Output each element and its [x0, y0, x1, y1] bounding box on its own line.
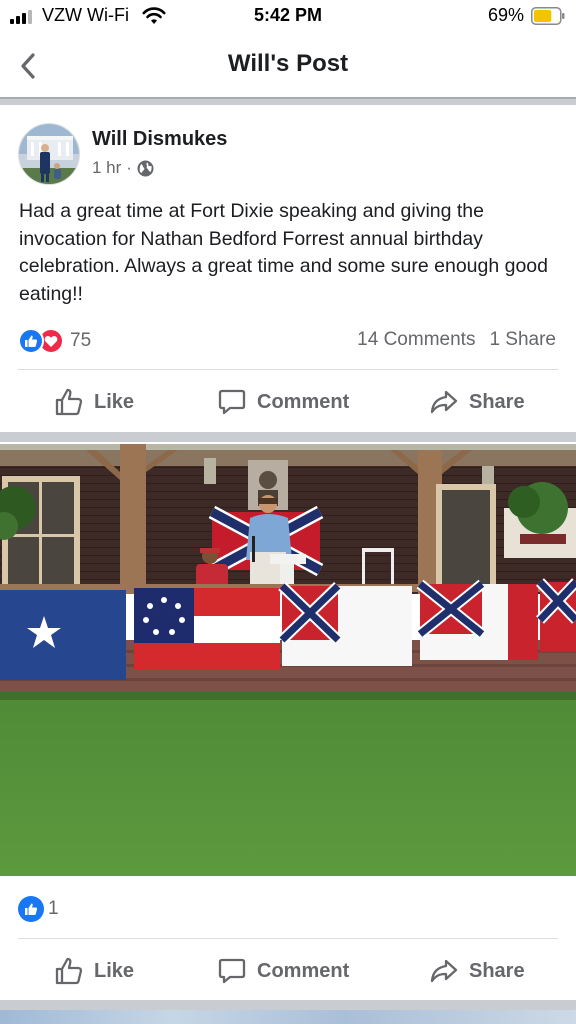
post-stats: 14 Comments 1 Share: [357, 329, 556, 351]
photo-like-button[interactable]: Like: [54, 942, 134, 1000]
status-bar: VZW Wi-Fi 5:42 PM 69%: [0, 0, 576, 34]
thumbs-up-icon: [55, 957, 83, 985]
meta-separator: ·: [126, 158, 132, 177]
comment-icon: [218, 389, 246, 415]
divider: [18, 938, 558, 939]
post-text: Had a great time at Fort Dixie speaking …: [19, 200, 548, 305]
battery-icon: [531, 7, 565, 25]
thumbs-up-icon: [55, 388, 83, 416]
author-name[interactable]: Will Dismukes: [92, 128, 227, 151]
photo-reaction-summary[interactable]: 1: [18, 896, 59, 922]
section-divider: [0, 1000, 576, 1010]
like-label: Like: [94, 959, 135, 982]
comment-label: Comment: [257, 390, 350, 413]
reaction-summary[interactable]: 75: [18, 328, 91, 354]
share-arrow-icon: [430, 390, 458, 414]
photo-action-bar: Like Comment Share: [0, 942, 576, 1000]
share-label: Share: [469, 390, 525, 413]
share-label: Share: [469, 959, 525, 982]
share-button[interactable]: Share: [429, 373, 525, 431]
post-photo[interactable]: [0, 444, 576, 876]
shares-count-link[interactable]: 1 Share: [489, 329, 556, 351]
post-photo-image: [0, 444, 576, 876]
page-title: Will's Post: [227, 50, 349, 77]
photo-share-button[interactable]: Share: [429, 942, 525, 1000]
nav-bar: Will's Post: [0, 34, 576, 98]
battery-percentage: 69%: [488, 5, 525, 25]
avatar-photo: [19, 124, 79, 184]
comment-icon: [218, 958, 246, 984]
reaction-count: 75: [70, 330, 92, 351]
share-arrow-icon: [430, 959, 458, 983]
photo-reaction-count: 1: [48, 898, 59, 919]
next-photo-preview[interactable]: [0, 1010, 576, 1024]
like-reaction-icon: [18, 896, 44, 922]
globe-icon: [137, 160, 154, 176]
post-timestamp[interactable]: 1 hr: [92, 158, 121, 178]
like-button[interactable]: Like: [54, 373, 134, 431]
comments-count-link[interactable]: 14 Comments: [357, 329, 475, 351]
post-meta: 1 hr ·: [92, 158, 154, 178]
divider: [18, 369, 558, 370]
like-label: Like: [94, 390, 135, 413]
comment-button[interactable]: Comment: [217, 373, 349, 431]
section-divider: [0, 432, 576, 442]
nav-divider: [0, 97, 576, 105]
comment-label: Comment: [257, 959, 350, 982]
avatar[interactable]: [18, 123, 80, 185]
photo-comment-button[interactable]: Comment: [217, 942, 349, 1000]
like-reaction-icon: [18, 328, 44, 354]
post-action-bar: Like Comment Share: [0, 373, 576, 431]
